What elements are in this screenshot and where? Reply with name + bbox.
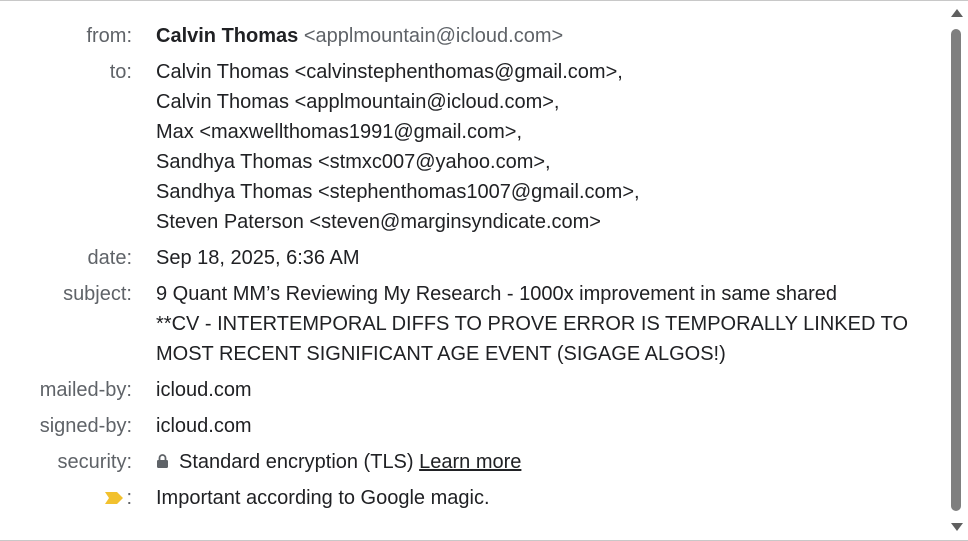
vertical-scrollbar[interactable]	[946, 3, 968, 538]
message-details-panel: from: Calvin Thomas <applmountain@icloud…	[0, 21, 940, 513]
sender-address[interactable]: <applmountain@icloud.com>	[304, 25, 563, 47]
security-text: Standard encryption (TLS)	[179, 451, 414, 473]
subject-line: **CV - INTERTEMPORAL DIFFS TO PROVE ERRO…	[156, 313, 909, 335]
date-value: Sep 18, 2025, 6:36 AM	[156, 243, 916, 273]
scrollbar-thumb[interactable]	[951, 29, 961, 511]
security-row: security: Standard encryption (TLS) Lear…	[0, 447, 940, 477]
subject-line: 9 Quant MM’s Reviewing My Research - 100…	[156, 283, 838, 305]
recipient[interactable]: Calvin Thomas <calvinstephenthomas@gmail…	[156, 57, 916, 87]
top-border	[0, 0, 968, 1]
security-label: security:	[57, 451, 132, 473]
importance-label: :	[0, 483, 132, 513]
recipient[interactable]: Max <maxwellthomas1991@gmail.com>,	[156, 117, 916, 147]
security-value: Standard encryption (TLS) Learn more	[148, 447, 908, 477]
to-label: to:	[109, 61, 132, 83]
date-text: Sep 18, 2025, 6:36 AM	[156, 247, 360, 269]
recipient[interactable]: Sandhya Thomas <stephenthomas1007@gmail.…	[156, 177, 916, 207]
importance-value: Important according to Google magic.	[156, 483, 916, 513]
signed-by-label: signed-by:	[39, 415, 132, 437]
recipient[interactable]: Sandhya Thomas <stmxc007@yahoo.com>,	[156, 147, 916, 177]
from-value: Calvin Thomas <applmountain@icloud.com>	[156, 21, 916, 51]
signed-by-row: signed-by: icloud.com	[0, 411, 940, 441]
scroll-down-arrow-icon[interactable]	[949, 520, 965, 534]
sender-name[interactable]: Calvin Thomas	[156, 25, 298, 47]
subject-line: MOST RECENT SIGNIFICANT AGE EVENT (SIGAG…	[156, 343, 726, 365]
mailed-by-text: icloud.com	[156, 379, 252, 401]
importance-colon: :	[126, 487, 132, 509]
lock-icon	[157, 454, 168, 468]
recipient[interactable]: Calvin Thomas <applmountain@icloud.com>,	[156, 87, 916, 117]
signed-by-text: icloud.com	[156, 415, 252, 437]
importance-text: Important according to Google magic.	[156, 487, 490, 509]
scroll-up-arrow-icon[interactable]	[949, 6, 965, 20]
mailed-by-label: mailed-by:	[39, 379, 132, 401]
signed-by-value: icloud.com	[156, 411, 916, 441]
to-row: to: Calvin Thomas <calvinstephenthomas@g…	[0, 57, 940, 237]
date-row: date: Sep 18, 2025, 6:36 AM	[0, 243, 940, 273]
mailed-by-row: mailed-by: icloud.com	[0, 375, 940, 405]
recipient-list: Calvin Thomas <calvinstephenthomas@gmail…	[156, 57, 916, 237]
subject-value: 9 Quant MM’s Reviewing My Research - 100…	[156, 279, 916, 369]
from-row: from: Calvin Thomas <applmountain@icloud…	[0, 21, 940, 51]
mailed-by-value: icloud.com	[156, 375, 916, 405]
subject-row: subject: 9 Quant MM’s Reviewing My Resea…	[0, 279, 940, 369]
importance-row: : Important according to Google magic.	[0, 483, 940, 513]
recipient[interactable]: Steven Paterson <steven@marginsyndicate.…	[156, 207, 916, 237]
from-label: from:	[86, 25, 132, 47]
date-label: date:	[87, 247, 132, 269]
subject-label: subject:	[63, 283, 132, 305]
learn-more-link[interactable]: Learn more	[419, 451, 521, 473]
importance-marker-icon[interactable]	[104, 491, 124, 505]
